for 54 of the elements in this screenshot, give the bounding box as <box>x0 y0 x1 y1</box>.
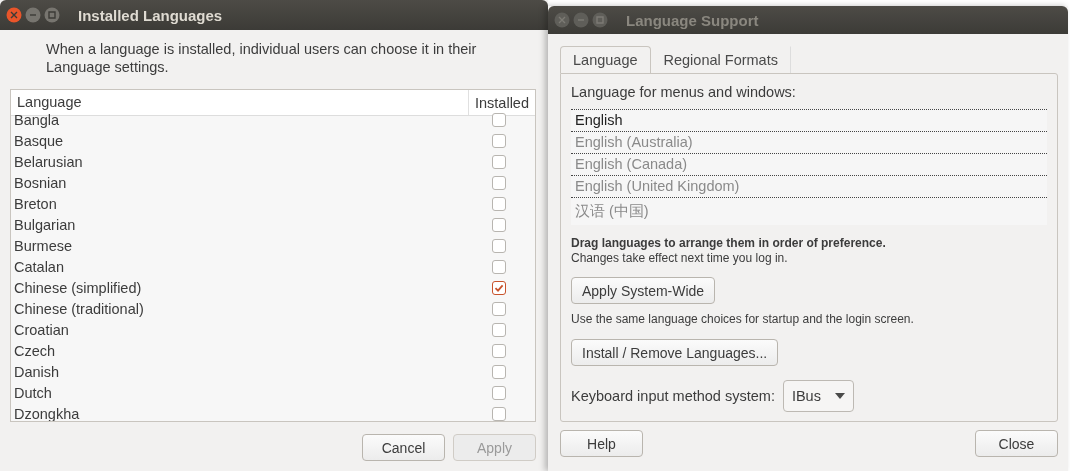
close-button[interactable]: Close <box>975 430 1058 457</box>
column-header[interactable]: Language <box>11 90 469 115</box>
tab[interactable]: Language <box>560 46 651 73</box>
list-label: Language for menus and windows: <box>571 84 797 100</box>
language-name: Chinese (simplified) <box>13 279 143 296</box>
language-name: Basque <box>13 132 65 149</box>
language-name: Chinese (traditional) <box>13 300 145 317</box>
checkbox[interactable] <box>492 385 506 400</box>
input-method-dropdown[interactable]: IBus <box>782 380 854 412</box>
apply-system-wide-button[interactable]: Apply System-Wide <box>571 277 716 304</box>
close-icon[interactable] <box>6 7 22 23</box>
checkbox[interactable] <box>492 406 506 421</box>
maximize-icon[interactable] <box>592 12 608 28</box>
caret-icon <box>834 393 845 399</box>
checkbox[interactable] <box>492 301 506 316</box>
checkbox[interactable] <box>492 217 506 232</box>
language-name: Burmese <box>13 237 74 254</box>
checkbox[interactable] <box>492 259 506 274</box>
language-name: Croatian <box>13 321 70 338</box>
close-icon[interactable] <box>554 12 570 28</box>
note-text: Use the same language choices for startup and the login screen. <box>571 312 915 326</box>
language-name: Bosnian <box>13 174 68 191</box>
language-name: Belarusian <box>13 153 84 170</box>
hint-text: Drag languages to arrange them in order of preference. <box>571 236 887 250</box>
minimize-icon[interactable] <box>25 7 41 23</box>
language-name: Bulgarian <box>13 216 77 233</box>
cancel-button[interactable]: Cancel <box>362 434 445 461</box>
checkbox[interactable] <box>492 238 506 253</box>
maximize-icon[interactable] <box>44 7 60 23</box>
minimize-icon[interactable] <box>573 12 589 28</box>
window-title: Language Support <box>626 11 759 29</box>
input-method-label: Keyboard input method system: <box>571 388 775 404</box>
language-name: Dzongkha <box>13 405 81 421</box>
checkbox[interactable] <box>492 322 506 337</box>
checkbox[interactable] <box>492 133 506 148</box>
tab[interactable]: Regional Formats <box>650 46 791 73</box>
language-name: Catalan <box>13 258 65 275</box>
checkbox[interactable] <box>492 364 506 379</box>
hint-text: Changes take effect next time you log in. <box>571 251 789 265</box>
language-item[interactable]: English <box>571 110 1047 132</box>
install-remove-button[interactable]: Install / Remove Languages... <box>571 339 779 366</box>
checkbox[interactable] <box>492 280 506 295</box>
window-title: Installed Languages <box>78 6 223 24</box>
checkbox[interactable] <box>492 175 506 190</box>
checkbox[interactable] <box>492 343 506 358</box>
language-name: Danish <box>13 363 61 380</box>
checkbox[interactable] <box>492 196 506 211</box>
column-header[interactable]: Installed <box>469 94 535 111</box>
help-button[interactable]: Help <box>560 430 643 457</box>
language-name: Dutch <box>13 384 53 401</box>
intro-text: When a language is installed, individual users can choose it in their Language settings. <box>46 40 478 76</box>
language-name: Breton <box>13 195 58 212</box>
checkbox[interactable] <box>492 154 506 169</box>
language-name: Czech <box>13 342 57 359</box>
